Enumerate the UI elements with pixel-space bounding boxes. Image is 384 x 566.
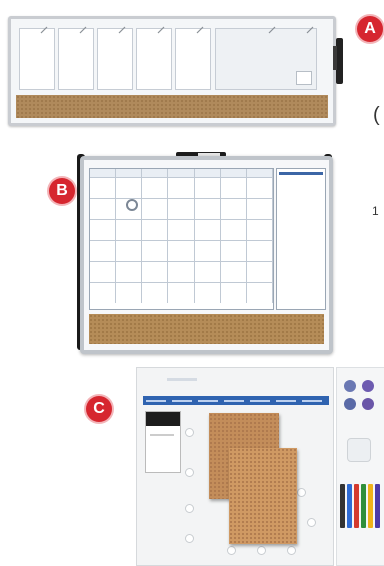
marker-icon (340, 484, 345, 528)
pushpin-icon (344, 398, 356, 410)
magnet-icon (126, 199, 138, 211)
product-c-week-header (143, 396, 329, 405)
marker-icon (368, 484, 373, 528)
product-b-image[interactable] (77, 152, 335, 354)
badge-c: C (86, 396, 112, 422)
eraser-icon (145, 411, 181, 473)
product-a-image[interactable] (8, 16, 343, 126)
pushpin-icon (362, 380, 374, 392)
badge-b: B (49, 178, 75, 204)
clip-pack (347, 438, 371, 462)
product-a-corkboard (16, 95, 328, 118)
marker-icon (375, 484, 380, 528)
marker-icon (361, 484, 366, 528)
product-c-board (136, 367, 334, 566)
calendar-notes-column (276, 168, 326, 310)
cork-tile (229, 448, 297, 544)
side-number-text: 1 (372, 204, 379, 218)
product-c-image[interactable] (136, 367, 384, 566)
side-paren-text: ( (373, 104, 380, 126)
product-b-corkboard (89, 314, 324, 344)
marker-icon (336, 38, 343, 84)
marker-icon (354, 484, 359, 528)
pushpin-icon (362, 398, 374, 410)
product-a-clips (40, 26, 314, 34)
calendar-grid (89, 168, 274, 310)
badge-a: A (357, 16, 383, 42)
product-c-accessories (336, 367, 384, 566)
product-a-frame (8, 16, 336, 126)
marker-icon (347, 484, 352, 528)
product-b-frame (80, 156, 333, 354)
pushpin-icon (344, 380, 356, 392)
